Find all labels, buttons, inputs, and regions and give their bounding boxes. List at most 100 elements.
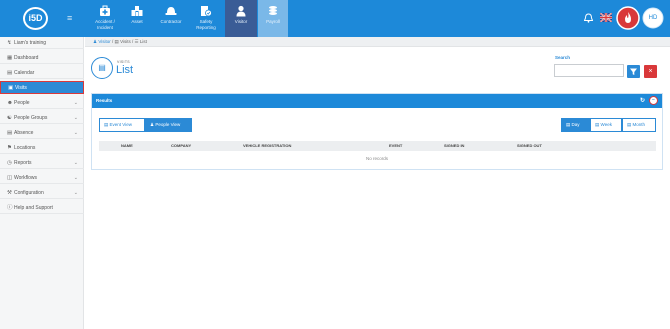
person-icon: ♟ xyxy=(150,122,155,127)
chevron-down-icon: ⌄ xyxy=(73,160,78,166)
week-view-button[interactable]: ▤ Week xyxy=(590,118,622,132)
column-header-name[interactable]: NAME xyxy=(121,141,133,151)
nav-contractor[interactable]: Contractor xyxy=(156,0,186,37)
sidebar-item-liams-training[interactable]: ↯ Liam's training xyxy=(0,37,84,49)
sidebar-item-label: Dashboard xyxy=(14,55,39,61)
sidebar-item-reports[interactable]: ◷ Reports ⌄ xyxy=(0,157,84,169)
calendar-icon: ▤ xyxy=(91,57,113,79)
refresh-icon[interactable]: ↻ xyxy=(640,94,645,108)
user-initials: HD xyxy=(648,15,658,21)
sidebar-item-label: Liam's training xyxy=(14,40,47,46)
collapse-icon[interactable]: − xyxy=(649,96,658,105)
sidebar: ↯ Liam's training ▦ Dashboard ▤ Calendar ▣ V… xyxy=(0,37,84,329)
configuration-icon: ⚒ xyxy=(7,190,12,196)
search-label: Search xyxy=(555,55,571,60)
column-header-signed-out[interactable]: SIGNED OUT xyxy=(517,141,542,151)
calendar-icon: ▤ xyxy=(566,122,571,127)
table-header: NAME COMPANY VEHICLE REGISTRATION EVENT … xyxy=(99,141,656,151)
nav-label: Contractor xyxy=(160,19,182,24)
user-avatar[interactable]: HD xyxy=(642,7,664,31)
chevron-down-icon: ⌄ xyxy=(73,115,78,121)
uk-flag-icon[interactable] xyxy=(599,12,613,24)
visits-icon: ▤ xyxy=(114,39,119,44)
empty-state-text: No records xyxy=(365,156,388,161)
filter-button[interactable] xyxy=(627,65,640,78)
sidebar-item-absence[interactable]: ▤ Absence ⌄ xyxy=(0,127,84,139)
breadcrumb-list: List xyxy=(139,39,147,44)
sidebar-item-help-and-support[interactable]: ⓘHelp and Support xyxy=(0,202,84,214)
sidebar-item-label: Reports xyxy=(14,160,32,166)
nav-asset[interactable]: Asset xyxy=(125,0,149,37)
day-view-button[interactable]: ▤ Day xyxy=(561,118,590,132)
locations-icon: ⚑ xyxy=(7,145,12,151)
safety-report-icon xyxy=(201,6,212,17)
calendar-icon: ▤ xyxy=(595,122,600,127)
help-icon: ⓘ xyxy=(7,205,13,211)
column-header-company[interactable]: COMPANY xyxy=(171,141,191,151)
nav-label: Visitor xyxy=(234,19,248,24)
clear-search-button[interactable]: × xyxy=(644,65,657,78)
nav-label: Asset xyxy=(131,19,143,24)
sidebar-item-label: Calendar xyxy=(14,70,35,76)
breadcrumb-separator: / xyxy=(132,39,134,44)
column-header-signed-in[interactable]: SIGNED IN xyxy=(444,141,464,151)
week-label: Week xyxy=(600,122,612,127)
first-aid-icon xyxy=(100,5,110,16)
sidebar-item-calendar[interactable]: ▤ Calendar xyxy=(0,67,84,79)
sidebar-item-visits[interactable]: ▣ Visits xyxy=(0,81,84,94)
sidebar-item-label: Absence xyxy=(14,130,34,136)
coins-icon xyxy=(269,6,277,15)
day-label: Day xyxy=(571,122,580,127)
chevron-down-icon: ⌄ xyxy=(73,100,78,106)
chevron-down-icon: ⌄ xyxy=(73,130,78,136)
nav-safety-reporting[interactable]: Safety Reporting xyxy=(192,0,220,37)
sidebar-item-dashboard[interactable]: ▦ Dashboard xyxy=(0,52,84,64)
sidebar-item-people-groups[interactable]: ☯ People Groups ⌄ xyxy=(0,112,84,124)
sidebar-item-configuration[interactable]: ⚒ Configuration ⌄ xyxy=(0,187,84,199)
sidebar-item-locations[interactable]: ⚑ Locations xyxy=(0,142,84,154)
dashboard-icon: ▦ xyxy=(7,55,13,61)
app-logo[interactable]: i5D xyxy=(23,7,48,30)
people-groups-icon: ☯ xyxy=(7,115,12,121)
results-panel: Results ↻ − ▤ Event View ♟ People View ▤… xyxy=(91,93,663,170)
people-view-button[interactable]: ♟ People View xyxy=(145,118,192,132)
column-header-vehicle-registration[interactable]: VEHICLE REGISTRATION xyxy=(243,141,291,151)
nav-payroll[interactable]: Payroll xyxy=(258,0,288,37)
sidebar-item-label: Locations xyxy=(14,145,36,151)
asset-icon xyxy=(131,6,143,16)
search-input[interactable] xyxy=(554,64,624,77)
fire-alert-icon[interactable] xyxy=(616,6,640,32)
nav-accident-incident[interactable]: Accident / Incident xyxy=(91,0,119,37)
page-title: List xyxy=(116,64,134,76)
results-header: Results ↻ − xyxy=(92,94,662,108)
sidebar-item-label: Help and Support xyxy=(14,205,53,211)
absence-icon: ▤ xyxy=(7,130,13,136)
event-view-button[interactable]: ▤ Event View xyxy=(99,118,145,132)
chevron-down-icon: ⌄ xyxy=(73,175,78,181)
sidebar-item-people[interactable]: ☻People ⌄ xyxy=(0,97,84,109)
nav-label: Accident / Incident xyxy=(95,19,115,30)
nav-label: Payroll xyxy=(266,19,280,24)
hamburger-icon[interactable]: ≡ xyxy=(67,14,72,23)
breadcrumb: ♟ Visitor / ▤ Visits / ☰ List xyxy=(85,37,670,47)
breadcrumb-visitor[interactable]: Visitor xyxy=(98,39,110,44)
calendar-icon: ▤ xyxy=(627,122,632,127)
event-view-label: Event View xyxy=(109,122,132,127)
breadcrumb-visits[interactable]: Visits xyxy=(120,39,131,44)
column-header-event[interactable]: EVENT xyxy=(389,141,402,151)
close-icon: × xyxy=(648,68,653,75)
sidebar-item-label: Configuration xyxy=(14,190,44,196)
nav-label: Safety Reporting xyxy=(196,19,216,30)
top-bar: i5D ≡ Accident / Incident Asset Contract… xyxy=(0,0,670,37)
month-label: Month xyxy=(632,122,646,127)
sidebar-item-label: Workflows xyxy=(14,175,37,181)
month-view-button[interactable]: ▤ Month xyxy=(622,118,656,132)
nav-visitor[interactable]: Visitor xyxy=(225,0,257,37)
person-icon xyxy=(236,5,246,17)
sidebar-item-workflows[interactable]: ◫ Workflows ⌄ xyxy=(0,172,84,184)
sidebar-item-label: Visits xyxy=(15,85,27,91)
reports-icon: ◷ xyxy=(7,160,12,166)
visits-icon: ▣ xyxy=(8,85,14,91)
bell-icon[interactable] xyxy=(583,13,594,25)
sidebar-item-label: People xyxy=(14,100,30,106)
